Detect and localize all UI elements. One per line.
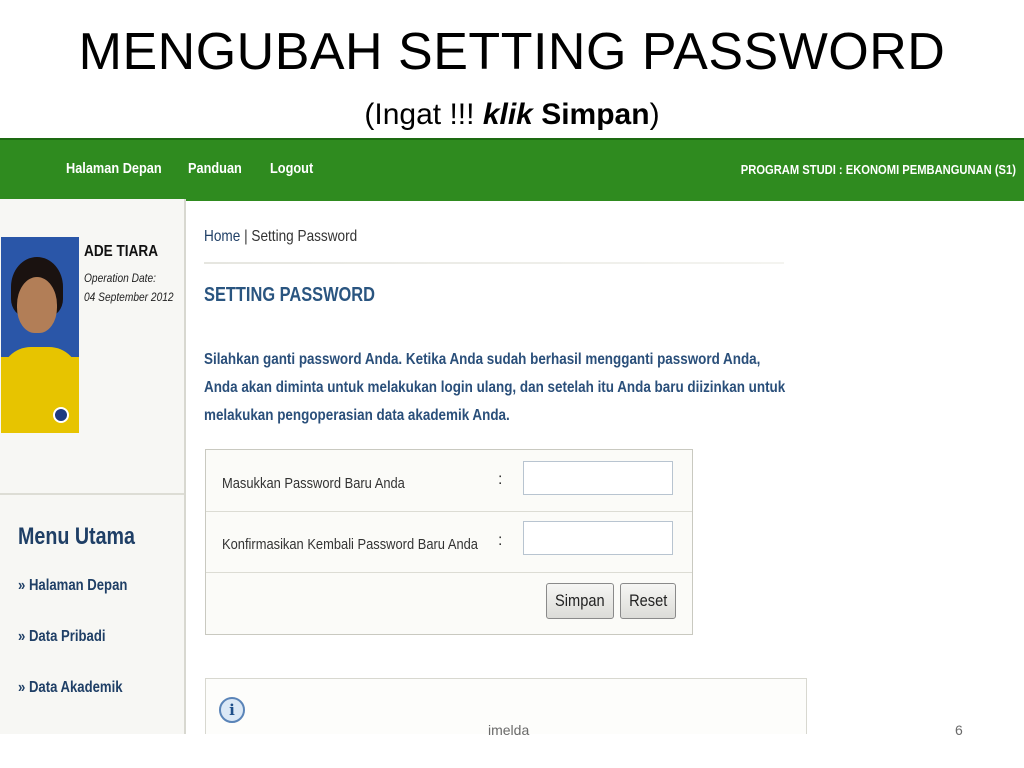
user-name: ADE TIARA bbox=[84, 243, 159, 260]
breadcrumb-separator: | bbox=[240, 228, 252, 245]
menu-item-data-akademik[interactable]: » Data Akademik bbox=[18, 679, 123, 697]
confirm-password-label: Konfirmasikan Kembali Password Baru Anda bbox=[222, 536, 478, 553]
simpan-button-label: Simpan bbox=[555, 591, 605, 610]
top-navigation-bar: Halaman Depan Panduan Logout PROGRAM STU… bbox=[0, 138, 1024, 201]
nav-halaman-depan[interactable]: Halaman Depan bbox=[66, 160, 162, 177]
slide-footer-area bbox=[0, 734, 1024, 768]
colon: : bbox=[498, 471, 503, 488]
new-password-label: Masukkan Password Baru Anda bbox=[222, 475, 405, 492]
breadcrumb: Home | Setting Password bbox=[204, 228, 357, 246]
footer-author: imelda bbox=[488, 722, 530, 738]
confirm-password-row: Konfirmasikan Kembali Password Baru Anda… bbox=[206, 511, 692, 573]
nav-panduan[interactable]: Panduan bbox=[188, 160, 242, 177]
user-photo bbox=[1, 237, 79, 433]
reset-button[interactable]: Reset bbox=[620, 583, 676, 619]
colon: : bbox=[498, 532, 503, 549]
subtitle-open: (Ingat !!! bbox=[364, 98, 483, 131]
sidebar-divider bbox=[0, 493, 184, 495]
subtitle-simpan: Simpan bbox=[541, 98, 650, 131]
sidebar: ADE TIARA Operation Date: 04 September 2… bbox=[0, 199, 186, 734]
slide-title: MENGUBAH SETTING PASSWORD bbox=[78, 23, 946, 81]
subtitle-klik: klik bbox=[482, 98, 533, 131]
operation-date-value: 04 September 2012 bbox=[84, 290, 174, 304]
section-title: SETTING PASSWORD bbox=[204, 284, 375, 306]
footer-page-number: 6 bbox=[955, 722, 963, 738]
subtitle-close: ) bbox=[649, 98, 660, 131]
slide-subtitle: (Ingat !!! klik Simpan) bbox=[0, 98, 1024, 132]
password-form: Masukkan Password Baru Anda : Konfirmasi… bbox=[205, 449, 693, 635]
reset-button-label: Reset bbox=[628, 591, 668, 610]
info-icon: i bbox=[219, 697, 245, 723]
program-studi-label: PROGRAM STUDI : EKONOMI PEMBANGUNAN (S1) bbox=[740, 162, 1016, 177]
nav-logout[interactable]: Logout bbox=[270, 160, 313, 177]
breadcrumb-home[interactable]: Home bbox=[204, 228, 240, 245]
menu-item-data-pribadi[interactable]: » Data Pribadi bbox=[18, 628, 105, 646]
simpan-button[interactable]: Simpan bbox=[546, 583, 614, 619]
subtitle-space bbox=[533, 98, 541, 131]
new-password-row: Masukkan Password Baru Anda : bbox=[206, 450, 692, 512]
operation-date-label: Operation Date: bbox=[84, 271, 157, 285]
app-screenshot: Halaman Depan Panduan Logout PROGRAM STU… bbox=[0, 138, 1024, 734]
confirm-password-input[interactable] bbox=[523, 521, 673, 555]
instructions-text: Silahkan ganti password Anda. Ketika And… bbox=[204, 351, 786, 424]
new-password-input[interactable] bbox=[523, 461, 673, 495]
menu-title: Menu Utama bbox=[18, 523, 136, 550]
operation-date: Operation Date: 04 September 2012 bbox=[84, 269, 174, 307]
breadcrumb-divider bbox=[204, 262, 784, 264]
menu-item-halaman-depan[interactable]: » Halaman Depan bbox=[18, 577, 127, 595]
breadcrumb-current: Setting Password bbox=[251, 228, 358, 245]
